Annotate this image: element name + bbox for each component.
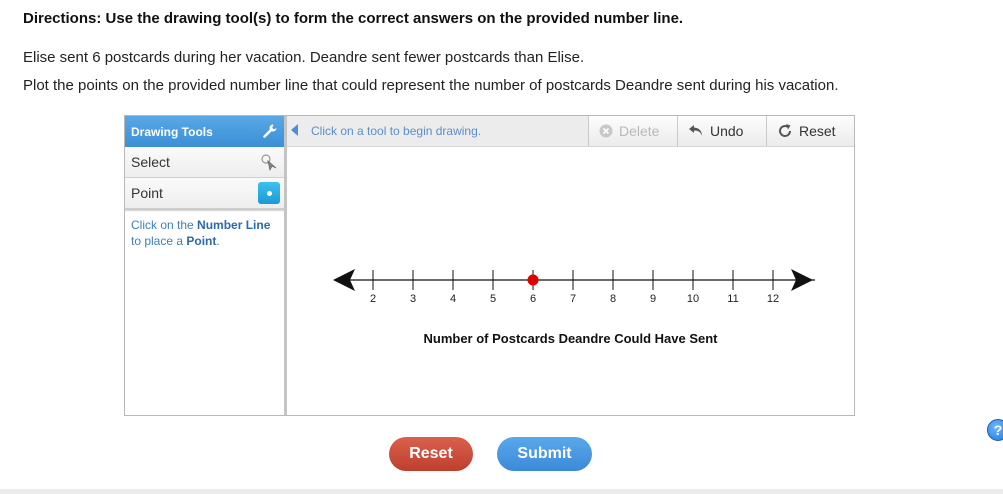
tick-label-11: 11 bbox=[727, 293, 738, 305]
cursor-icon bbox=[261, 154, 277, 172]
tick-label-6: 6 bbox=[530, 293, 536, 305]
tool-select[interactable]: Select bbox=[125, 147, 284, 178]
tick-label-9: 9 bbox=[650, 293, 656, 305]
hint-text-1: Click on the bbox=[131, 218, 198, 232]
point-icon[interactable] bbox=[258, 182, 280, 204]
toolbar-status: Click on a tool to begin drawing. bbox=[311, 124, 482, 138]
undo-button[interactable]: Undo bbox=[677, 116, 766, 146]
reset-drawing-button[interactable]: Reset bbox=[766, 116, 854, 146]
undo-label: Undo bbox=[710, 123, 744, 139]
problem-statement: Elise sent 6 postcards during her vacati… bbox=[23, 49, 585, 66]
tool-hint: Click on the Number Line to place a Poin… bbox=[125, 212, 284, 254]
tick-label-5: 5 bbox=[490, 293, 496, 305]
tick-label-2: 2 bbox=[370, 293, 376, 305]
reset-button[interactable]: Reset bbox=[389, 437, 473, 471]
tool-point[interactable]: Point bbox=[125, 178, 284, 209]
drawing-widget: Drawing Tools Select Point Click on the … bbox=[124, 115, 1003, 441]
plotted-point bbox=[527, 274, 539, 286]
delete-icon bbox=[599, 124, 613, 138]
tools-header-label: Drawing Tools bbox=[131, 124, 213, 139]
submit-button[interactable]: Submit bbox=[497, 437, 592, 471]
hint-keyword-point: Point bbox=[186, 234, 217, 248]
delete-button[interactable]: Delete bbox=[588, 116, 677, 146]
drawing-canvas[interactable]: 2 3 4 5 6 7 8 9 10 11 12 Number of Postcards Deand… bbox=[287, 147, 1003, 441]
tools-header[interactable]: Drawing Tools bbox=[125, 116, 284, 147]
tick-label-4: 4 bbox=[450, 293, 456, 305]
tick-label-10: 10 bbox=[687, 293, 699, 305]
hint-keyword-number-line: Number Line bbox=[197, 218, 271, 232]
tick-label-7: 7 bbox=[570, 293, 576, 305]
tick-label-12: 12 bbox=[767, 293, 779, 305]
tool-select-label: Select bbox=[131, 154, 170, 170]
number-line[interactable]: 2 3 4 5 6 7 8 9 10 11 12 bbox=[287, 147, 854, 347]
drawing-toolbar: Click on a tool to begin drawing. Delete… bbox=[287, 116, 854, 147]
tools-panel: Drawing Tools Select Point Click on the … bbox=[125, 116, 287, 415]
tick-label-3: 3 bbox=[410, 293, 416, 305]
tool-point-label: Point bbox=[131, 185, 163, 201]
page-footer-divider bbox=[0, 489, 1003, 494]
reset-drawing-label: Reset bbox=[799, 123, 836, 139]
hint-text-3: . bbox=[216, 234, 220, 248]
help-icon[interactable]: ? bbox=[987, 419, 1003, 441]
refresh-icon bbox=[779, 124, 792, 137]
delete-label: Delete bbox=[619, 123, 660, 139]
problem-instruction: Plot the points on the provided number l… bbox=[23, 77, 839, 94]
number-line-label: Number of Postcards Deandre Could Have S… bbox=[423, 331, 718, 346]
hint-text-2: to place a bbox=[131, 234, 187, 248]
tick-label-8: 8 bbox=[610, 293, 616, 305]
collapse-panel-icon[interactable] bbox=[291, 124, 298, 136]
directions-text: Directions: Use the drawing tool(s) to f… bbox=[23, 10, 684, 27]
wrench-icon bbox=[263, 124, 277, 138]
undo-icon bbox=[689, 125, 702, 136]
